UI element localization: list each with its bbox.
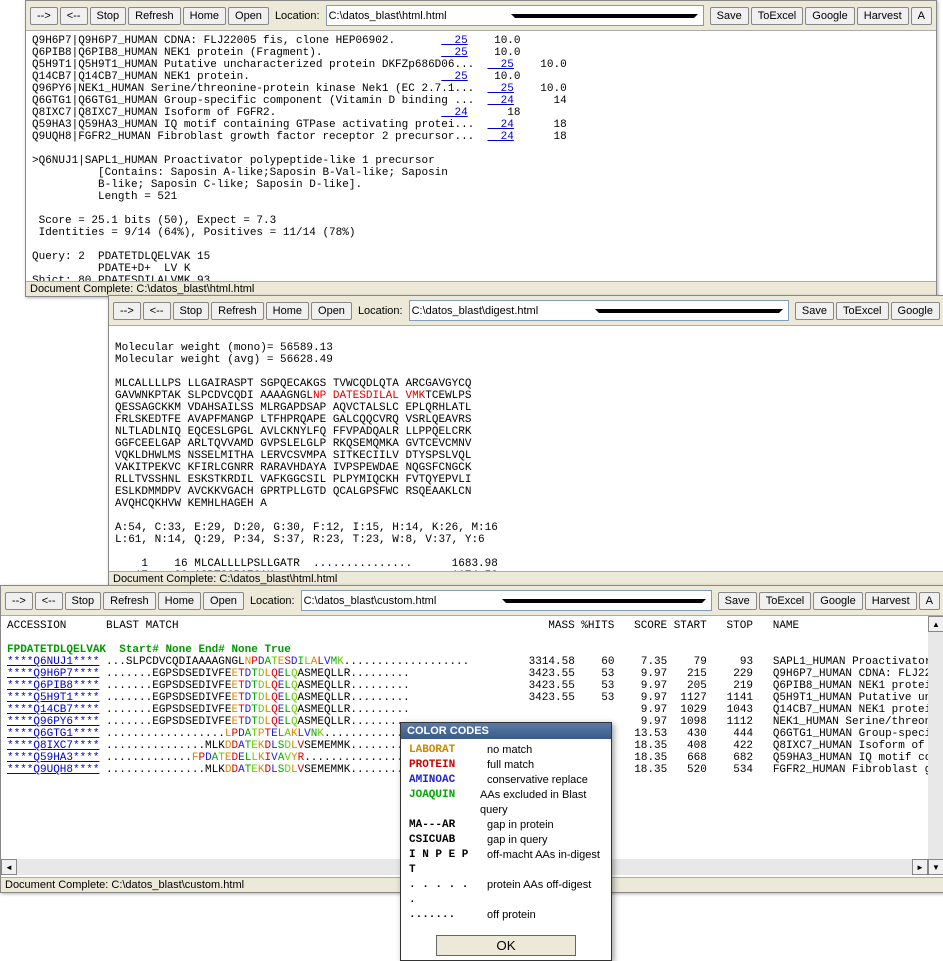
google-button[interactable]: Google [813,592,862,610]
forward-button[interactable]: <-- [35,592,63,610]
save-button[interactable]: Save [718,592,757,610]
color-code-row: AMINOACconservative replace [409,773,603,788]
color-code-row: I N P E P Toff-macht AAs in-digest [409,848,603,878]
vertical-scrollbar[interactable]: ▲▼ [928,616,943,875]
google-button[interactable]: Google [805,7,854,25]
accession-link[interactable]: ****Q9UQH8**** [7,764,99,776]
color-code-row: JOAQUINAAs excluded in Blast query [409,788,603,818]
hit-link[interactable]: 25 [487,59,513,71]
a-button[interactable]: A [919,592,940,610]
content-pane: Q9H6P7|Q9H6P7_HUMAN CDNA: FLJ22005 fis, … [26,31,936,281]
color-code-row: CSICUABgap in query [409,833,603,848]
forward-button[interactable]: <-- [143,302,171,320]
hit-link[interactable]: 25 [441,35,467,47]
accession-link[interactable]: ****Q6NUJ1**** [7,656,99,668]
dropdown-icon[interactable] [502,599,706,603]
accession-link[interactable]: ****Q59HA3**** [7,752,99,764]
back-button[interactable]: --> [113,302,141,320]
accession-link[interactable]: ****Q8IXC7**** [7,740,99,752]
dropdown-icon[interactable] [511,14,698,18]
location-label: Location: [250,595,295,607]
harvest-button[interactable]: Harvest [865,592,917,610]
scroll-down-icon[interactable]: ▼ [928,859,943,875]
toolbar: --> <-- Stop Refresh Home Open Location:… [26,1,936,31]
hit-link[interactable]: 24 [441,107,467,119]
a-button[interactable]: A [911,7,932,25]
home-button[interactable]: Home [158,592,201,610]
scroll-up-icon[interactable]: ▲ [928,616,943,632]
hit-link[interactable]: 24 [487,95,513,107]
ok-button[interactable]: OK [436,935,576,956]
google-button[interactable]: Google [891,302,940,320]
toexcel-button[interactable]: ToExcel [836,302,889,320]
refresh-button[interactable]: Refresh [103,592,156,610]
location-input[interactable]: C:\datos_blast\digest.html [409,300,789,321]
hit-link[interactable]: 24 [487,119,513,131]
toolbar: --> <-- Stop Refresh Home Open Location:… [1,586,943,616]
location-label: Location: [275,10,320,22]
accession-link[interactable]: ****Q9H6P7**** [7,668,99,680]
home-button[interactable]: Home [183,7,226,25]
stop-button[interactable]: Stop [65,592,102,610]
refresh-button[interactable]: Refresh [211,302,264,320]
toolbar: --> <-- Stop Refresh Home Open Location:… [109,296,943,326]
hit-link[interactable]: 25 [441,71,467,83]
open-button[interactable]: Open [228,7,269,25]
stop-button[interactable]: Stop [90,7,127,25]
status-bar: Document Complete: C:\datos_blast\html.h… [109,571,943,586]
accession-link[interactable]: ****Q5H9T1**** [7,692,99,704]
toexcel-button[interactable]: ToExcel [759,592,812,610]
query-sequence: FPDATETDLQELVAK [7,644,106,656]
popup-title: COLOR CODES [401,723,611,739]
harvest-button[interactable]: Harvest [857,7,909,25]
refresh-button[interactable]: Refresh [128,7,181,25]
color-codes-popup: COLOR CODES LABORATno matchPROTEINfull m… [400,722,612,961]
hit-link[interactable]: 24 [487,131,513,143]
location-label: Location: [358,305,403,317]
save-button[interactable]: Save [795,302,834,320]
scroll-left-icon[interactable]: ◄ [1,859,17,875]
open-button[interactable]: Open [203,592,244,610]
stop-button[interactable]: Stop [173,302,210,320]
color-code-row: PROTEINfull match [409,758,603,773]
open-button[interactable]: Open [311,302,352,320]
blast-window: --> <-- Stop Refresh Home Open Location:… [25,0,937,297]
accession-link[interactable]: ****Q6GTG1**** [7,728,99,740]
status-bar: Document Complete: C:\datos_blast\html.h… [26,281,936,296]
accession-link[interactable]: ****Q6PIB8**** [7,680,99,692]
scroll-right-icon[interactable]: ► [912,859,928,875]
forward-button[interactable]: <-- [60,7,88,25]
toexcel-button[interactable]: ToExcel [751,7,804,25]
hit-link[interactable]: 25 [487,83,513,95]
color-code-row: . . . . . .protein AAs off-digest [409,878,603,908]
color-code-row: LABORATno match [409,743,603,758]
color-code-row: .......off protein [409,908,603,923]
dropdown-icon[interactable] [595,309,783,313]
location-input[interactable]: C:\datos_blast\custom.html [301,590,712,611]
popup-body: LABORATno matchPROTEINfull matchAMINOACc… [401,739,611,929]
back-button[interactable]: --> [30,7,58,25]
accession-link[interactable]: ****Q14CB7**** [7,704,99,716]
home-button[interactable]: Home [266,302,309,320]
color-code-row: MA---ARgap in protein [409,818,603,833]
hit-link[interactable]: 25 [441,47,467,59]
content-pane: Molecular weight (mono)= 56589.13 Molecu… [109,326,943,571]
back-button[interactable]: --> [5,592,33,610]
digest-window: --> <-- Stop Refresh Home Open Location:… [108,295,943,587]
location-input[interactable]: C:\datos_blast\html.html [326,5,704,26]
save-button[interactable]: Save [710,7,749,25]
accession-link[interactable]: ****Q96PY6**** [7,716,99,728]
